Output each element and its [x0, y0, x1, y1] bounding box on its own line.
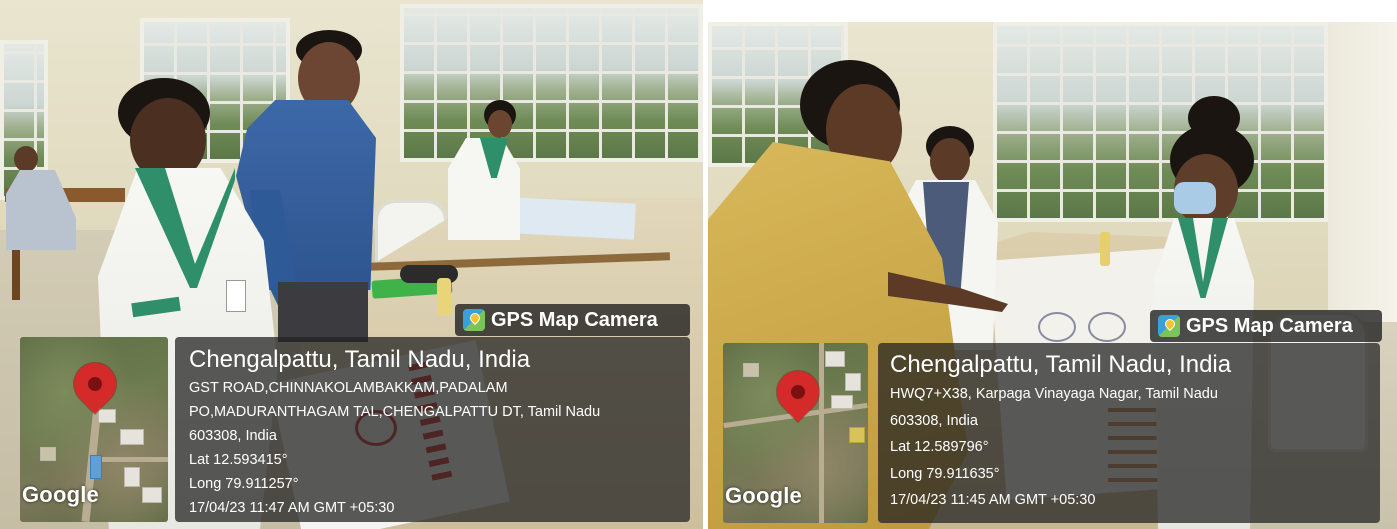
gps-map-camera-icon [1158, 315, 1180, 337]
poster-drawing [1038, 312, 1076, 342]
water-bottle [1100, 232, 1110, 266]
student-center-head [930, 138, 970, 184]
wall-pillar [1328, 22, 1397, 342]
student-back-head [488, 110, 512, 138]
address-line: HWQ7+X38, Karpaga Vinayaga Nagar, Tamil … [890, 386, 1218, 402]
map-building [124, 467, 140, 487]
map-road [100, 457, 168, 462]
map-building [743, 363, 759, 377]
map-building [825, 351, 845, 367]
id-card [226, 280, 246, 312]
map-building [40, 447, 56, 461]
poster-drawing [1088, 312, 1126, 342]
photo-left: GPS Map Camera Google Chengalpattu, Tami… [0, 0, 703, 529]
gps-camera-badge: GPS Map Camera [1150, 310, 1382, 342]
man-trousers [278, 282, 368, 342]
location-title: Chengalpattu, Tamil Nadu, India [890, 351, 1232, 378]
student-back-coat [448, 138, 520, 240]
latitude: Lat 12.593415° [189, 452, 288, 468]
badge-label: GPS Map Camera [1186, 314, 1353, 337]
map-thumbnail: Google [723, 343, 868, 523]
map-building [142, 487, 162, 503]
map-watermark: Google [22, 482, 99, 507]
timestamp: 17/04/23 11:45 AM GMT +05:30 [890, 492, 1096, 508]
map-pin-icon [65, 354, 125, 414]
map-building [90, 455, 102, 479]
location-info-panel: Chengalpattu, Tamil Nadu, India GST ROAD… [175, 337, 690, 522]
map-building [98, 409, 116, 423]
photo-right: GPS Map Camera Google Chengalpattu, Tami… [708, 22, 1397, 529]
gps-map-camera-icon [463, 309, 485, 331]
address-line: 603308, India [189, 428, 277, 444]
map-building [831, 395, 853, 409]
water-bottle [437, 278, 451, 316]
address-line: GST ROAD,CHINNAKOLAMBAKKAM,PADALAM [189, 380, 508, 396]
map-building [845, 373, 861, 391]
map-road [819, 343, 824, 523]
map-thumbnail: Google [20, 337, 168, 522]
badge-label: GPS Map Camera [491, 308, 658, 331]
map-building [849, 427, 865, 443]
timestamp: 17/04/23 11:47 AM GMT +05:30 [189, 500, 395, 516]
gps-camera-badge: GPS Map Camera [455, 304, 690, 336]
longitude: Long 79.911635° [890, 465, 1000, 482]
seated-person-head [14, 146, 38, 172]
address-line: 603308, India [890, 412, 978, 429]
window-right [993, 22, 1328, 222]
map-watermark: Google [725, 483, 802, 508]
address-line: PO,MADURANTHAGAM TAL,CHENGALPATTU DT, Ta… [189, 404, 601, 420]
latitude: Lat 12.589796° [890, 439, 989, 455]
location-info-panel: Chengalpattu, Tamil Nadu, India HWQ7+X38… [878, 343, 1380, 523]
face-mask [1174, 182, 1216, 214]
longitude: Long 79.911257° [189, 476, 299, 492]
map-building [120, 429, 144, 445]
location-title: Chengalpattu, Tamil Nadu, India [189, 346, 531, 373]
window-right [400, 4, 703, 162]
